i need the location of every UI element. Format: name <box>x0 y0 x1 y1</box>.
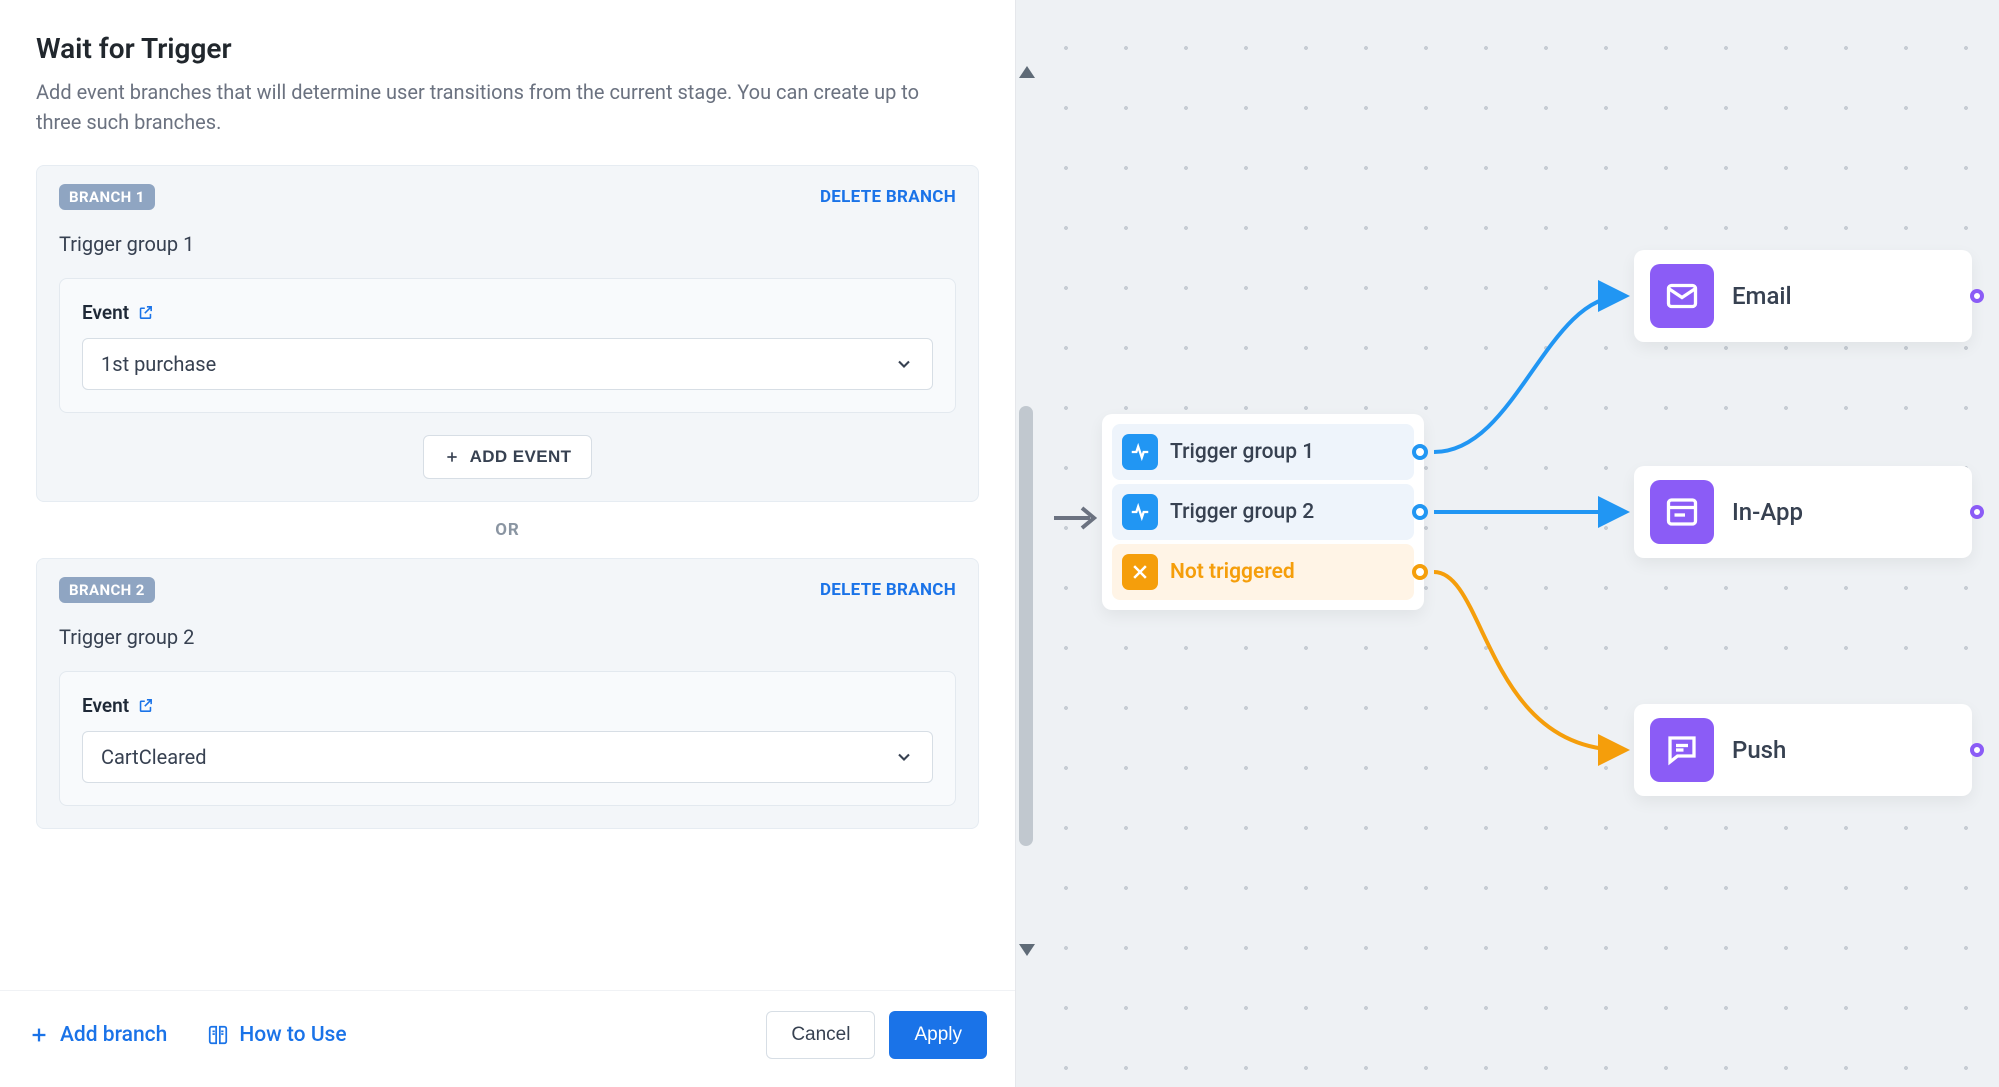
chevron-down-icon <box>894 747 914 767</box>
flow-canvas[interactable]: Trigger group 1 Trigger group 2 Not trig… <box>1016 0 1999 1087</box>
or-separator: OR <box>36 520 979 540</box>
footer: Add branch How to Use Cancel Apply <box>0 990 1015 1087</box>
node-label: Not triggered <box>1170 560 1295 584</box>
event-select-value: CartCleared <box>101 745 207 769</box>
node-row-trigger-2[interactable]: Trigger group 2 <box>1112 484 1414 540</box>
branch-card-1: BRANCH 1 DELETE BRANCH Trigger group 1 E… <box>36 165 979 502</box>
page-description: Add event branches that will determine u… <box>36 77 956 137</box>
caret-down-icon[interactable] <box>1019 944 1035 956</box>
external-link-icon[interactable] <box>137 697 154 714</box>
caret-up-icon[interactable] <box>1019 66 1035 78</box>
add-branch-button[interactable]: Add branch <box>28 1023 167 1047</box>
event-select[interactable]: CartCleared <box>82 731 933 783</box>
footer-right: Cancel Apply <box>766 1011 987 1059</box>
delete-branch-button[interactable]: DELETE BRANCH <box>820 187 956 207</box>
branch-card-2: BRANCH 2 DELETE BRANCH Trigger group 2 E… <box>36 558 979 829</box>
how-to-use-label: How to Use <box>239 1023 346 1047</box>
event-select-value: 1st purchase <box>101 352 216 376</box>
plus-icon <box>28 1024 50 1046</box>
output-port[interactable] <box>1970 289 1984 303</box>
dest-push[interactable]: Push <box>1634 704 1972 796</box>
canvas-scrollbar[interactable] <box>1016 66 1038 956</box>
add-event-label: ADD EVENT <box>470 447 572 467</box>
activity-icon <box>1122 434 1158 470</box>
event-box: Event CartCleared <box>59 671 956 806</box>
book-icon <box>207 1024 229 1046</box>
dest-label: In-App <box>1732 498 1803 526</box>
dest-email[interactable]: Email <box>1634 250 1972 342</box>
delete-branch-button[interactable]: DELETE BRANCH <box>820 580 956 600</box>
node-label: Trigger group 2 <box>1170 500 1314 524</box>
event-label-row: Event <box>82 301 933 324</box>
activity-icon <box>1122 494 1158 530</box>
apply-button[interactable]: Apply <box>889 1011 987 1059</box>
how-to-use-button[interactable]: How to Use <box>207 1023 346 1047</box>
branch-chip: BRANCH 2 <box>59 577 155 603</box>
push-icon <box>1650 718 1714 782</box>
node-row-not-triggered[interactable]: Not triggered <box>1112 544 1414 600</box>
external-link-icon[interactable] <box>137 304 154 321</box>
email-icon <box>1650 264 1714 328</box>
trigger-node[interactable]: Trigger group 1 Trigger group 2 Not trig… <box>1102 414 1424 610</box>
trigger-group-name: Trigger group 1 <box>59 232 956 256</box>
output-port[interactable] <box>1970 743 1984 757</box>
close-icon <box>1122 554 1158 590</box>
dest-label: Push <box>1732 736 1786 764</box>
output-port[interactable] <box>1412 444 1428 460</box>
add-branch-label: Add branch <box>60 1023 167 1047</box>
output-port[interactable] <box>1412 564 1428 580</box>
add-event-row: ADD EVENT <box>59 435 956 479</box>
config-content: Wait for Trigger Add event branches that… <box>0 0 1015 990</box>
dest-label: Email <box>1732 282 1792 310</box>
page-title: Wait for Trigger <box>36 32 979 65</box>
inapp-icon <box>1650 480 1714 544</box>
app-root: Wait for Trigger Add event branches that… <box>0 0 1999 1087</box>
trigger-group-name: Trigger group 2 <box>59 625 956 649</box>
incoming-arrow-icon <box>1052 506 1104 530</box>
footer-left: Add branch How to Use <box>28 1023 347 1047</box>
event-label-row: Event <box>82 694 933 717</box>
dest-inapp[interactable]: In-App <box>1634 466 1972 558</box>
add-event-button[interactable]: ADD EVENT <box>423 435 593 479</box>
output-port[interactable] <box>1412 504 1428 520</box>
branch-header: BRANCH 1 DELETE BRANCH <box>59 184 956 210</box>
event-label: Event <box>82 694 129 717</box>
output-port[interactable] <box>1970 505 1984 519</box>
branch-chip: BRANCH 1 <box>59 184 155 210</box>
event-box: Event 1st purchase <box>59 278 956 413</box>
cancel-button[interactable]: Cancel <box>766 1011 875 1059</box>
scrollbar-thumb[interactable] <box>1019 406 1033 846</box>
branch-header: BRANCH 2 DELETE BRANCH <box>59 577 956 603</box>
plus-icon <box>444 449 460 465</box>
event-label: Event <box>82 301 129 324</box>
chevron-down-icon <box>894 354 914 374</box>
config-panel: Wait for Trigger Add event branches that… <box>0 0 1016 1087</box>
node-row-trigger-1[interactable]: Trigger group 1 <box>1112 424 1414 480</box>
node-label: Trigger group 1 <box>1170 440 1314 464</box>
event-select[interactable]: 1st purchase <box>82 338 933 390</box>
